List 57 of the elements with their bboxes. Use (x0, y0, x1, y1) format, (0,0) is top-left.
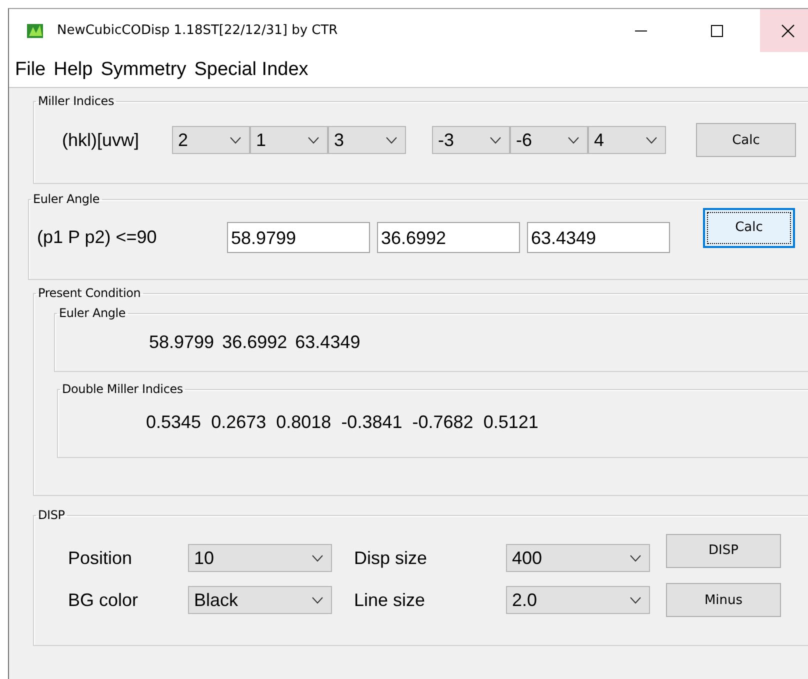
chevron-icon (568, 136, 579, 144)
close-icon (781, 24, 795, 38)
menu-item[interactable]: Symmetry (96, 58, 190, 80)
value-text: 58.9799 (149, 332, 214, 353)
dropdown[interactable]: Black (188, 586, 332, 614)
dropdown[interactable]: 3 (328, 126, 406, 154)
window-title: NewCubicCODisp 1.18ST[22/12/31] by CTR (57, 23, 338, 38)
action-button[interactable]: Minus (666, 583, 781, 617)
value-text: 0.5121 (483, 412, 538, 433)
app-icon (27, 24, 43, 38)
chevron-icon (312, 554, 323, 562)
value-text: 0.2673 (211, 412, 266, 433)
chevron-icon (490, 136, 501, 144)
text-field[interactable]: 58.9799 (227, 222, 370, 253)
field-label: Position (68, 548, 134, 568)
dropdown[interactable]: 400 (506, 544, 650, 572)
dropdown[interactable]: 2 (172, 126, 250, 154)
chevron-icon (230, 136, 241, 144)
group-title: Present Condition (37, 286, 142, 300)
dropdown[interactable]: 1 (250, 126, 328, 154)
field-label: Disp size (354, 548, 428, 568)
text-field[interactable]: 36.6992 (377, 222, 520, 253)
value-text: 0.5345 (146, 412, 202, 433)
menu-item[interactable]: Help (50, 58, 97, 80)
dropdown[interactable]: 2.0 (506, 586, 650, 614)
value-text: -0.3841 (341, 412, 402, 433)
dropdown[interactable]: -6 (510, 126, 588, 154)
close-button[interactable] (760, 9, 808, 52)
chevron-icon (630, 596, 641, 604)
group-title: Euler Angle (58, 306, 127, 320)
chevron-icon (308, 136, 319, 144)
field-label: BG color (68, 590, 140, 610)
value-text: 63.4349 (295, 332, 360, 353)
menu-item[interactable]: Special Index (190, 58, 312, 80)
value-text: 0.8018 (276, 412, 332, 433)
maximize-icon (711, 24, 723, 36)
dropdown[interactable]: 4 (588, 126, 666, 154)
calc-button[interactable]: Calc (703, 208, 795, 248)
field-label: Line size (354, 590, 426, 610)
calc-button[interactable]: Calc (696, 123, 796, 157)
group-title: Miller Indices (37, 94, 116, 108)
group-title: Euler Angle (32, 192, 101, 206)
group-title: Double Miller Indices (61, 382, 184, 396)
chevron-icon (630, 554, 641, 562)
value-text: -0.7682 (412, 412, 474, 433)
field-label: (hkl)[uvw] (62, 130, 140, 150)
chevron-icon (386, 136, 397, 144)
action-button[interactable]: DISP (666, 534, 781, 568)
chevron-icon (646, 136, 657, 144)
group-title: DISP (37, 508, 66, 522)
dropdown[interactable]: -3 (432, 126, 510, 154)
text-field[interactable]: 63.4349 (527, 222, 670, 253)
dropdown[interactable]: 10 (188, 544, 332, 572)
value-text: 36.6992 (222, 332, 288, 353)
field-label: (p1 P p2) <=90 (37, 227, 158, 248)
menu-item[interactable]: File (11, 58, 50, 80)
chevron-icon (312, 596, 323, 604)
